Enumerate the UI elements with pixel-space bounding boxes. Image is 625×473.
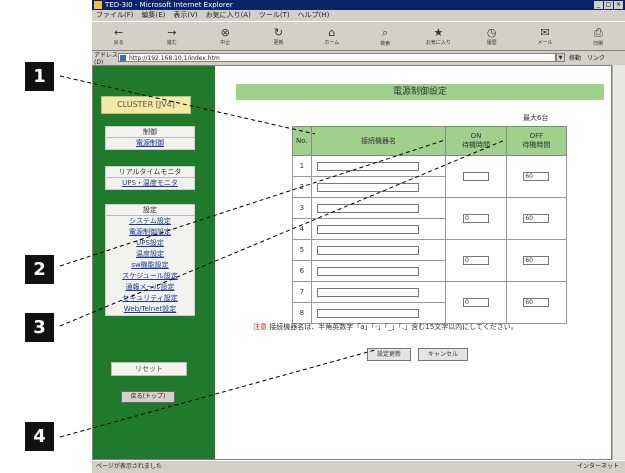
callout-line-3 [59,139,506,327]
callout-line-1 [59,75,316,135]
callout-1: 1 [25,62,54,91]
callout-2: 2 [25,255,54,284]
callout-lines [59,75,506,438]
callout-3: 3 [25,313,54,342]
callout-line-2 [59,139,446,267]
callout-4: 4 [25,422,54,451]
callout-line-4 [59,349,376,438]
